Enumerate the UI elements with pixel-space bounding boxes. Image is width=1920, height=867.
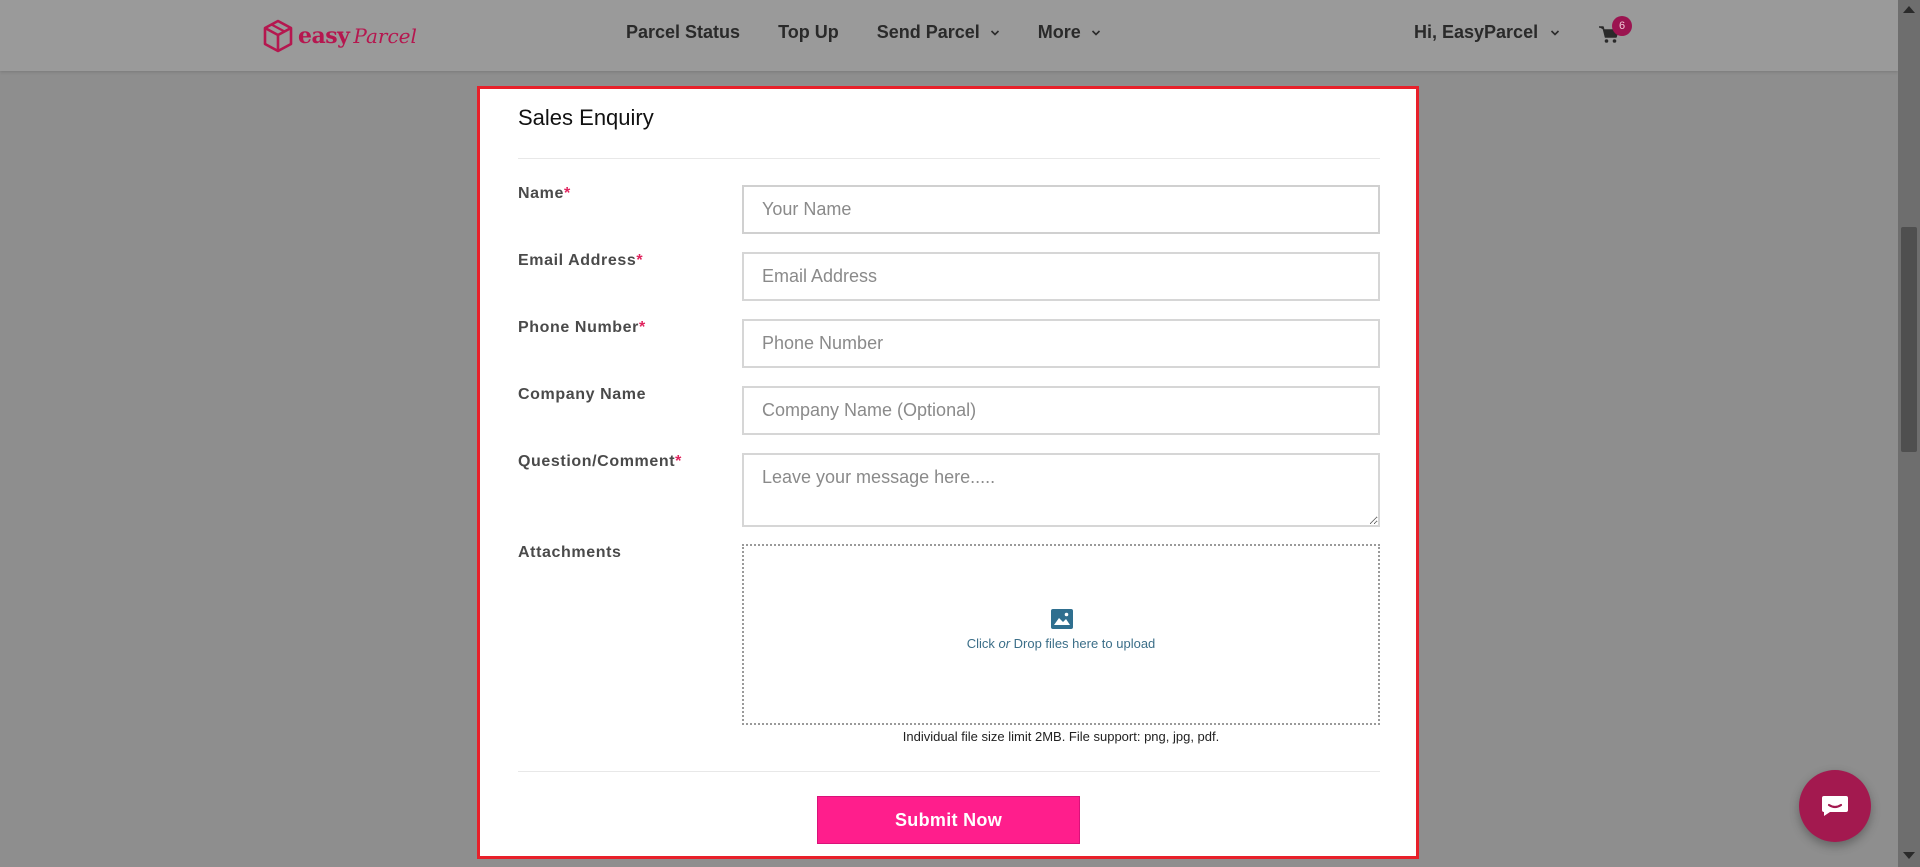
chevron-down-icon	[1551, 29, 1560, 36]
chat-launcher-button[interactable]	[1799, 770, 1871, 842]
form-title: Sales Enquiry	[518, 105, 654, 130]
chevron-down-icon	[990, 29, 999, 36]
page-scrollbar[interactable]	[1898, 0, 1920, 867]
user-greeting: Hi, EasyParcel	[1414, 22, 1539, 42]
scroll-up-arrow-icon[interactable]	[1903, 6, 1915, 13]
dropzone-text-drop: Drop files here to upload	[1010, 636, 1156, 651]
nav-more[interactable]: More	[1038, 22, 1101, 43]
file-dropzone[interactable]: Click or Drop files here to upload	[742, 544, 1380, 725]
name-input[interactable]	[742, 185, 1380, 234]
top-navbar: easy Parcel Parcel Status Top Up Send Pa…	[0, 0, 1898, 71]
required-mark: *	[563, 185, 571, 202]
scroll-thumb[interactable]	[1901, 227, 1917, 452]
dropzone-text-or: or	[998, 636, 1011, 651]
nav-label: More	[1037, 22, 1081, 42]
email-label: Email Address*	[518, 252, 643, 270]
nav-top-up[interactable]: Top Up	[778, 22, 839, 43]
brand-name-bold: easy	[298, 23, 350, 49]
brand-name-script: Parcel	[353, 24, 417, 48]
nav-label: Top Up	[778, 22, 839, 42]
chevron-down-icon	[1091, 29, 1100, 36]
file-limit-note: Individual file size limit 2MB. File sup…	[902, 729, 1220, 744]
label-text: Phone Number	[518, 319, 639, 336]
email-input[interactable]	[742, 252, 1380, 301]
brand-logo[interactable]: easy Parcel	[262, 18, 417, 54]
label-text: Company Name	[518, 386, 647, 403]
footer-divider	[518, 771, 1380, 772]
sales-enquiry-card: Sales Enquiry Name* Email Address* Phone…	[477, 86, 1419, 859]
nav-parcel-status[interactable]: Parcel Status	[626, 22, 740, 43]
required-mark: *	[639, 319, 646, 336]
image-upload-icon	[1051, 609, 1073, 629]
scroll-down-arrow-icon[interactable]	[1903, 852, 1915, 859]
name-label: Name*	[518, 185, 571, 203]
dropzone-text-click: Click	[966, 636, 999, 651]
nav-label: Parcel Status	[626, 22, 741, 42]
main-nav: Parcel Status Top Up Send Parcel More	[626, 22, 1139, 43]
comment-label: Question/Comment*	[518, 453, 682, 471]
phone-input[interactable]	[742, 319, 1380, 368]
required-mark: *	[675, 453, 682, 470]
chat-icon	[1822, 796, 1848, 816]
label-text: Name	[518, 185, 564, 202]
label-text: Email Address	[518, 252, 637, 269]
nav-label: Send Parcel	[876, 22, 980, 42]
submit-button[interactable]: Submit Now	[817, 796, 1080, 844]
title-divider	[518, 158, 1380, 159]
required-mark: *	[636, 252, 644, 269]
attachments-label: Attachments	[518, 544, 622, 561]
phone-label: Phone Number*	[518, 319, 646, 337]
cart-count-badge: 6	[1612, 16, 1632, 36]
label-text: Question/Comment	[518, 453, 676, 470]
dropzone-instructions: Click or Drop files here to upload	[744, 636, 1378, 651]
company-input[interactable]	[742, 386, 1380, 435]
nav-send-parcel[interactable]: Send Parcel	[877, 22, 1000, 43]
company-label: Company Name	[518, 386, 646, 404]
comment-textarea[interactable]	[742, 453, 1380, 527]
user-menu[interactable]: Hi, EasyParcel	[1414, 22, 1560, 43]
parcel-box-icon	[263, 19, 293, 53]
